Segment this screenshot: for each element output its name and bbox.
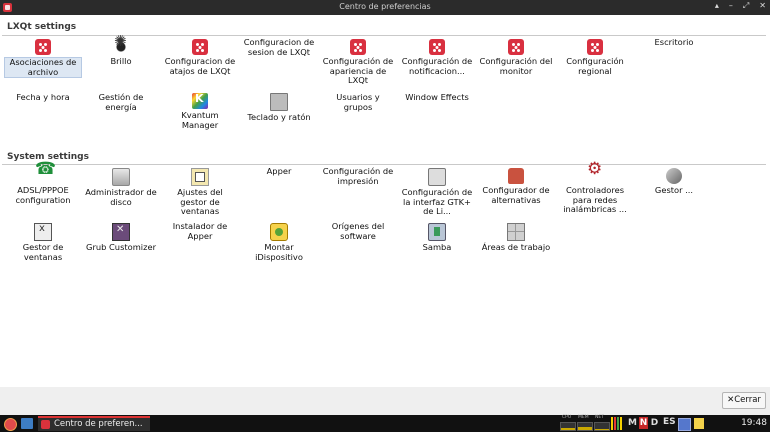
lxqt-icon [508,39,524,55]
show-desktop-icon[interactable] [21,418,33,429]
bottle-icon [508,168,524,184]
indicator-d[interactable]: D [650,417,659,429]
system-item-mount-idevice[interactable]: Montar iDispositivo [240,223,318,262]
mount-icon [270,223,288,241]
lxqt-item-regional[interactable]: Configuración regional [556,39,634,76]
system-item-software-sources[interactable]: Orígenes del software [319,221,397,241]
lxqt-icon [192,39,208,55]
window-settings-icon [191,168,209,186]
lxqt-icon [41,420,50,429]
lxqt-item-file-associations[interactable]: Asociaciones de archivo [4,39,82,78]
system-item-workspaces[interactable]: Áreas de trabajo [477,223,555,253]
disk-icon [112,168,130,186]
lxqt-item-date-time[interactable]: Fecha y hora [4,92,82,103]
window-title: Centro de preferencias [339,2,431,11]
close-window-button[interactable]: ✕ [759,1,766,11]
system-item-wm-settings[interactable]: Ajustes del gestor de ventanas [161,168,239,217]
lxqt-item-kvantum[interactable]: Kvantum Manager [161,93,239,130]
system-item-wireless[interactable]: Controladores para redes inalámbricas ..… [556,165,634,215]
clipboard-tray-icon[interactable] [694,418,704,429]
mem-graph [577,422,593,431]
kvantum-icon [192,93,208,109]
window-manager-icon [34,223,52,241]
keyboard-layout[interactable]: ES [663,417,676,427]
lxqt-icon [587,39,603,55]
grub-icon [112,223,130,241]
net-label: NET [595,415,604,420]
lxqt-item-notifications[interactable]: Configuración de notificacion... [398,39,476,76]
system-item-samba[interactable]: Samba [398,223,476,253]
lxqt-item-users-groups[interactable]: Usuarios y grupos [319,92,397,112]
system-item-gtk[interactable]: Configuración de la interfaz GTK+ de Li.… [398,168,476,217]
system-item-apper[interactable]: Apper [240,166,318,177]
lxqt-item-keyboard-mouse[interactable]: Teclado y ratón [240,93,318,123]
lxqt-item-session[interactable]: Configuracion de sesion de LXQt [240,37,318,57]
lxqt-item-window-effects[interactable]: Window Effects [398,92,476,103]
lxqt-icon [429,39,445,55]
network-tray-icon[interactable] [678,418,691,431]
workspaces-icon [507,223,525,241]
system-item-grub[interactable]: Grub Customizer [82,223,160,253]
net-graph [594,422,610,431]
preferences-panel: LXQt settings Asociaciones de archivo Br… [0,15,770,387]
window-titlebar[interactable]: Centro de preferencias ▴ – ⤢ ✕ [0,0,770,15]
samba-icon [428,223,446,241]
brightness-icon [113,37,129,55]
shade-button[interactable]: ▴ [715,1,719,11]
taskbar-task-preferences[interactable]: Centro de preferen... [38,416,150,431]
cpu-graph [560,422,576,431]
indicator-n[interactable]: N [639,417,648,429]
taskbar: Centro de preferen... CPU MEM NET M N D … [0,415,770,432]
lxqt-icon [35,39,51,55]
lxqt-item-monitor[interactable]: Configuración del monitor [477,39,555,76]
section-title-lxqt: LXQt settings [7,22,77,32]
indicator-letters: M N D [628,417,659,429]
mem-label: MEM [578,415,589,420]
lxqt-item-appearance[interactable]: Configuración de apariencia de LXQt [319,39,397,86]
volume-levels [611,417,622,430]
system-item-window-manager[interactable]: Gestor de ventanas [4,223,82,262]
system-item-disk[interactable]: Administrador de disco [82,168,160,207]
cpu-label: CPU [562,415,572,420]
lxqt-item-desktop[interactable]: Escritorio [635,37,713,48]
clock[interactable]: 19:48 [741,418,767,428]
maximize-button[interactable]: ⤢ [743,1,749,11]
system-item-alternatives[interactable]: Configurador de alternativas [477,168,555,205]
app-menu-icon[interactable] [4,418,17,431]
system-item-adsl[interactable]: ADSL/PPPOE configuration [4,165,82,205]
system-item-apper-installer[interactable]: Instalador de Apper [161,221,239,241]
lxqt-item-brightness[interactable]: Brillo [82,37,160,67]
lxqt-icon [350,39,366,55]
system-item-gestor[interactable]: Gestor ... [635,168,713,196]
gestor-icon [666,168,682,184]
indicator-m[interactable]: M [628,417,637,429]
lxqt-item-power[interactable]: Gestión de energía [82,92,160,112]
system-item-printing[interactable]: Configuración de impresión [319,166,397,186]
phone-icon [35,165,56,184]
section-divider [2,164,766,165]
window-controls: ▴ – ⤢ ✕ [715,1,766,11]
dialog-footer: ✕Cerrar [0,387,770,415]
close-button[interactable]: ✕Cerrar [722,392,766,409]
printer-icon [428,168,446,186]
lxqt-item-shortcuts[interactable]: Configuracion de atajos de LXQt [161,39,239,76]
minimize-button[interactable]: – [729,1,733,11]
gear-icon [587,165,603,184]
system-monitor[interactable]: CPU MEM NET [560,415,610,432]
keyboard-icon [270,93,288,111]
